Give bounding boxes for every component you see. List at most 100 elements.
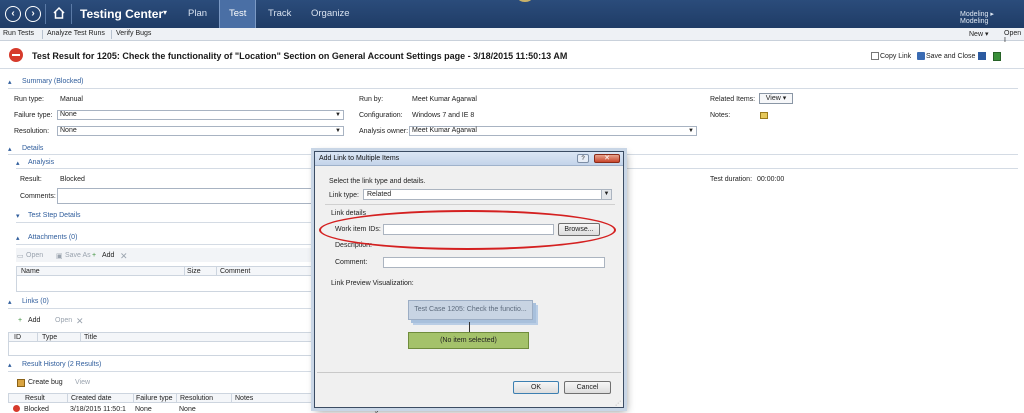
expand-test-step-icon[interactable]: ▾ bbox=[16, 212, 20, 220]
verify-bugs-link[interactable]: Verify Bugs bbox=[116, 30, 151, 37]
configuration-value: Windows 7 and IE 8 bbox=[412, 112, 475, 119]
forward-icon[interactable]: › bbox=[25, 6, 41, 22]
summary-section-title[interactable]: Summary (Blocked) bbox=[22, 78, 83, 85]
row-resolution: None bbox=[179, 406, 196, 413]
link-add-button[interactable]: Add bbox=[28, 317, 40, 324]
view-button[interactable]: View ▾ bbox=[759, 93, 793, 104]
delete-icon[interactable]: ✕ bbox=[76, 316, 84, 327]
history-view-button[interactable]: View bbox=[75, 379, 90, 386]
column-notes[interactable]: Notes bbox=[235, 395, 253, 402]
collapse-history-icon[interactable]: ▴ bbox=[8, 361, 12, 369]
toolbar bbox=[0, 28, 1024, 41]
test-step-details-title[interactable]: Test Step Details bbox=[28, 212, 81, 219]
save-icon[interactable] bbox=[978, 52, 986, 60]
link-type-select[interactable]: Related ▼ bbox=[363, 189, 612, 200]
cancel-button[interactable]: Cancel bbox=[564, 381, 611, 394]
column-type[interactable]: Type bbox=[42, 334, 57, 341]
analyze-test-runs-link[interactable]: Analyze Test Runs bbox=[47, 30, 105, 37]
analysis-section-title[interactable]: Analysis bbox=[28, 159, 54, 166]
column-comment[interactable]: Comment bbox=[220, 268, 250, 275]
link-type-label: Link type: bbox=[329, 192, 359, 199]
chevron-down-icon: ▼ bbox=[601, 190, 611, 199]
failure-type-select[interactable]: None ▼ bbox=[57, 110, 344, 120]
history-section-title[interactable]: Result History (2 Results) bbox=[22, 361, 101, 368]
divider bbox=[8, 371, 314, 372]
preview-target-node: (No item selected) bbox=[408, 332, 529, 349]
notes-label: Notes: bbox=[710, 112, 731, 119]
add-link-icon: + bbox=[18, 317, 23, 324]
open-button[interactable]: Open I bbox=[1004, 30, 1024, 44]
close-icon[interactable]: ✕ bbox=[594, 154, 620, 163]
export-excel-icon[interactable] bbox=[993, 52, 1001, 61]
tab-organize[interactable]: Organize bbox=[311, 8, 350, 19]
comments-textarea[interactable] bbox=[57, 188, 317, 204]
run-by-label: Run by: bbox=[359, 96, 384, 103]
resize-grip-icon[interactable]: ⋰ bbox=[615, 400, 621, 407]
divider bbox=[71, 4, 72, 24]
configuration-label: Configuration: bbox=[359, 112, 403, 119]
collapse-summary-icon[interactable]: ▴ bbox=[8, 78, 12, 86]
column-failure-type[interactable]: Failure type bbox=[136, 395, 173, 402]
comment-input[interactable] bbox=[383, 257, 605, 268]
preview-source-node: Test Case 1205: Check the functio... bbox=[408, 300, 533, 320]
copy-link-button[interactable]: Copy Link bbox=[880, 53, 911, 60]
column-result[interactable]: Result bbox=[25, 395, 45, 402]
column-id[interactable]: ID bbox=[14, 334, 21, 341]
attachment-open-button[interactable]: Open bbox=[26, 252, 43, 259]
collapse-links-icon[interactable]: ▴ bbox=[8, 298, 12, 306]
row-created-date: 3/18/2015 11:50:1 bbox=[70, 406, 126, 413]
table-row[interactable]: Blocked 3/18/2015 11:50:1 None None bbox=[8, 403, 314, 413]
page-title: Test Result for 1205: Check the function… bbox=[32, 51, 568, 61]
divider bbox=[42, 30, 43, 39]
analysis-owner-select[interactable]: Meet Kumar Agarwal ▼ bbox=[409, 126, 697, 136]
column-title[interactable]: Title bbox=[84, 334, 97, 341]
divider bbox=[16, 222, 316, 223]
save-icon: ▣ bbox=[56, 253, 63, 260]
notes-icon[interactable] bbox=[760, 112, 768, 119]
run-tests-link[interactable]: Run Tests bbox=[3, 30, 34, 37]
delete-icon[interactable]: ✕ bbox=[120, 251, 128, 262]
collapse-analysis-icon[interactable]: ▴ bbox=[16, 159, 20, 167]
back-icon[interactable]: ‹ bbox=[5, 6, 21, 22]
preview-connector bbox=[469, 322, 470, 332]
create-bug-button[interactable]: Create bug bbox=[28, 379, 63, 386]
ok-button[interactable]: OK bbox=[513, 381, 559, 394]
column-size[interactable]: Size bbox=[187, 268, 201, 275]
details-section-title[interactable]: Details bbox=[22, 145, 43, 152]
copy-link-icon[interactable] bbox=[871, 52, 879, 60]
collapse-details-icon[interactable]: ▴ bbox=[8, 145, 12, 153]
tab-plan[interactable]: Plan bbox=[188, 8, 207, 19]
links-section-title[interactable]: Links (0) bbox=[22, 298, 49, 305]
attachment-add-button[interactable]: Add bbox=[102, 252, 114, 259]
attachment-save-as-button[interactable]: Save As bbox=[65, 252, 91, 259]
tab-track[interactable]: Track bbox=[268, 8, 291, 19]
resolution-select[interactable]: None ▼ bbox=[57, 126, 344, 136]
home-icon[interactable] bbox=[52, 6, 66, 20]
help-icon[interactable]: ? bbox=[577, 154, 589, 163]
divider bbox=[16, 244, 316, 245]
add-link-dialog: Add Link to Multiple Items ? ✕ Select th… bbox=[314, 151, 624, 408]
link-open-button[interactable]: Open bbox=[55, 317, 72, 324]
save-close-icon[interactable] bbox=[917, 52, 925, 60]
divider bbox=[8, 88, 1018, 89]
column-resolution[interactable]: Resolution bbox=[180, 395, 213, 402]
collapse-attachments-icon[interactable]: ▴ bbox=[16, 234, 20, 242]
breadcrumb[interactable]: Modeling ▸ Modeling bbox=[960, 10, 1024, 25]
history-grid-header: Result Created date Failure type Resolut… bbox=[8, 393, 314, 404]
attachments-section-title[interactable]: Attachments (0) bbox=[28, 234, 77, 241]
row-failure-type: None bbox=[135, 406, 152, 413]
app-menu-dropdown-icon[interactable]: ▾ bbox=[163, 8, 167, 17]
divider bbox=[317, 372, 621, 373]
tab-test[interactable]: Test bbox=[229, 8, 246, 19]
save-and-close-button[interactable]: Save and Close bbox=[926, 53, 975, 60]
attachments-grid-body bbox=[16, 276, 316, 292]
new-button[interactable]: New ▾ bbox=[969, 30, 988, 38]
add-icon: + bbox=[92, 252, 97, 259]
blocked-status-icon bbox=[9, 48, 23, 62]
column-created-date[interactable]: Created date bbox=[71, 395, 111, 402]
comments-label: Comments: bbox=[20, 193, 56, 200]
dialog-instruction: Select the link type and details. bbox=[329, 178, 426, 185]
bug-icon bbox=[17, 379, 25, 387]
column-name[interactable]: Name bbox=[21, 268, 40, 275]
divider bbox=[8, 308, 314, 309]
